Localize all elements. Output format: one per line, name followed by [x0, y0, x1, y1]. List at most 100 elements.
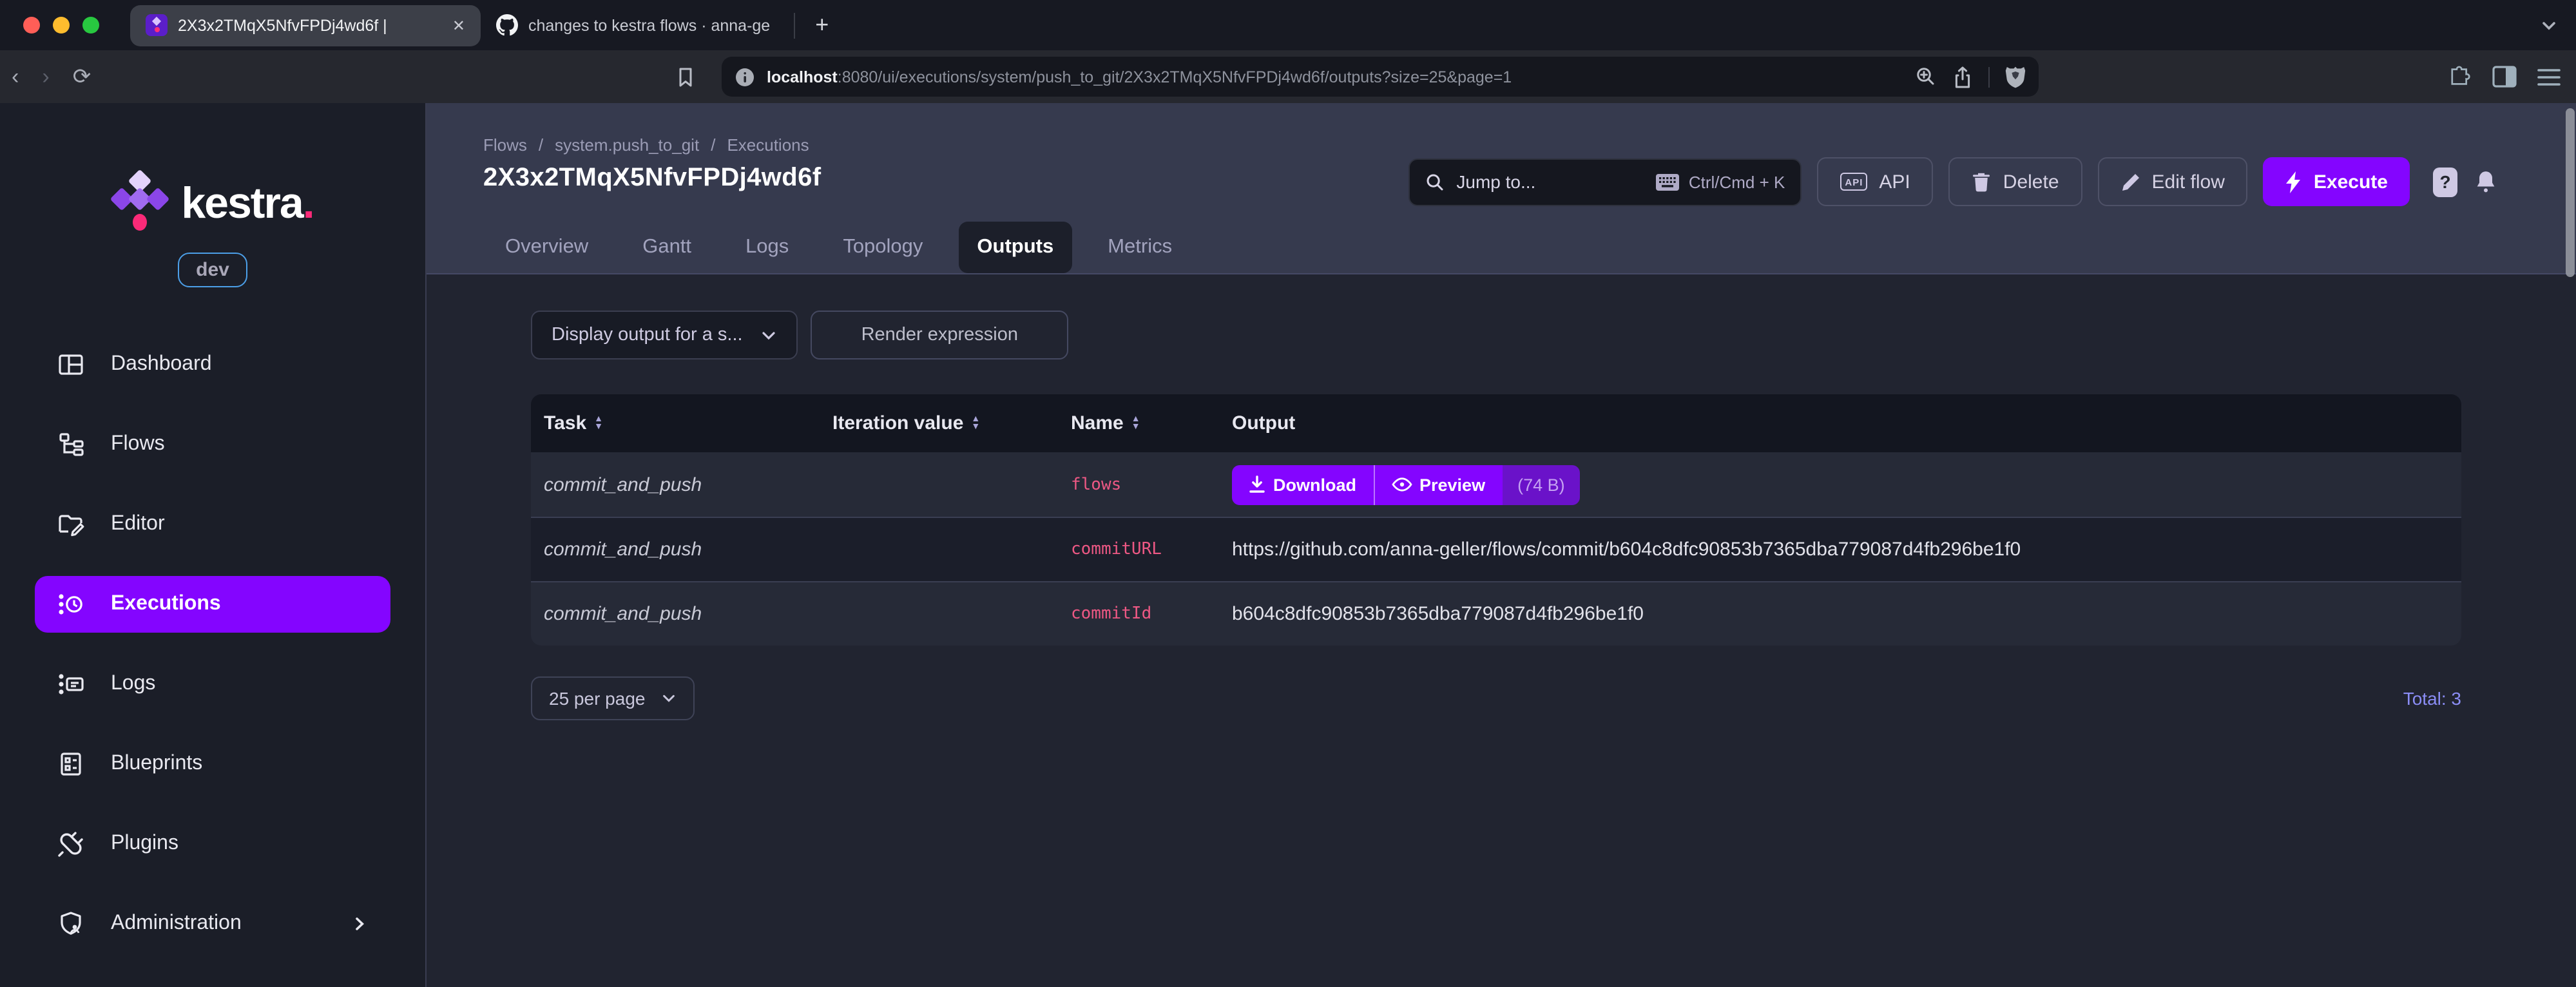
browser-tab-title: changes to kestra flows · anna-ge [528, 16, 771, 34]
sort-icon[interactable]: ▲ ▼ [594, 414, 603, 431]
sidebar-item-label: Dashboard [111, 353, 212, 375]
column-header-output: Output [1232, 412, 1296, 434]
dashboard-icon [57, 350, 85, 379]
tab-divider [793, 12, 795, 38]
download-button[interactable]: Download [1232, 465, 1373, 504]
trash-icon [1972, 171, 1992, 192]
sidebar-item-blueprints[interactable]: Blueprints [35, 736, 390, 792]
preview-button[interactable]: Preview [1373, 465, 1503, 504]
column-header-task[interactable]: Task ▲ ▼ [544, 412, 832, 434]
name-cell: commitURL [1071, 540, 1162, 559]
site-info-icon[interactable] [735, 66, 755, 87]
search-icon [1425, 172, 1445, 191]
table-row: commit_and_push commitId b604c8dfc90853b… [531, 581, 2461, 646]
sidebar-item-executions[interactable]: Executions [35, 576, 390, 633]
reload-button[interactable]: ⟳ [61, 64, 103, 90]
tab-topology[interactable]: Topology [825, 222, 941, 273]
kestra-favicon-icon [146, 14, 168, 36]
file-output-actions: Download Preview (74 B) [1232, 465, 1581, 504]
divider [1988, 66, 1990, 87]
browser-tab-strip: 2X3x2TMqX5NfvFPDj4wd6f | ✕ changes to ke… [0, 0, 2576, 50]
header-actions: Jump to... Ctrl/Cmd + K API API Delete E… [1408, 157, 2499, 206]
url-bar[interactable]: localhost:8080/ui/executions/system/push… [722, 57, 2039, 97]
sidebar-item-plugins[interactable]: Plugins [35, 816, 390, 872]
file-size-badge: (74 B) [1502, 465, 1581, 504]
sidebar-item-editor[interactable]: Editor [35, 496, 390, 553]
sidebar-item-label: Administration [111, 912, 242, 934]
brave-shield-icon[interactable] [2005, 65, 2026, 88]
jump-to-search[interactable]: Jump to... Ctrl/Cmd + K [1408, 158, 1802, 206]
sort-icon[interactable]: ▲ ▼ [1131, 414, 1140, 431]
window-controls[interactable] [23, 17, 99, 34]
minimize-window-button[interactable] [53, 17, 70, 34]
api-button[interactable]: API API [1817, 157, 1934, 206]
table-header: Task ▲ ▼ Iteration value ▲ ▼ Name ▲ ▼ Out [531, 394, 2461, 452]
table-row: commit_and_push flows Download Preview (… [531, 452, 2461, 517]
tab-overview[interactable]: Overview [487, 222, 606, 273]
kestra-logo[interactable]: kestra. [109, 169, 315, 242]
forward-button[interactable]: › [30, 64, 61, 90]
outputs-table: Task ▲ ▼ Iteration value ▲ ▼ Name ▲ ▼ Out [531, 394, 2461, 646]
breadcrumb-item-flow-id[interactable]: system.push_to_git [555, 135, 699, 155]
tab-outputs[interactable]: Outputs [959, 222, 1072, 273]
zoom-window-button[interactable] [82, 17, 99, 34]
sidebar-item-logs[interactable]: Logs [35, 656, 390, 713]
edit-flow-button[interactable]: Edit flow [2097, 157, 2248, 206]
sidebar-item-label: Plugins [111, 832, 178, 854]
breadcrumb-item-flows[interactable]: Flows [483, 135, 527, 155]
plugins-icon [57, 830, 85, 858]
new-tab-button[interactable]: + [802, 12, 841, 39]
render-expression-button[interactable]: Render expression [811, 311, 1069, 359]
delete-button[interactable]: Delete [1948, 157, 2082, 206]
search-placeholder: Jump to... [1456, 171, 1536, 192]
share-icon[interactable] [1952, 65, 1973, 88]
notifications-bell-icon[interactable] [2473, 168, 2499, 196]
sidebar-item-label: Flows [111, 433, 165, 455]
output-task-select[interactable]: Display output for a s... [531, 311, 798, 359]
sort-icon[interactable]: ▲ ▼ [971, 414, 980, 431]
sidebar-item-dashboard[interactable]: Dashboard [35, 336, 390, 393]
screen: 2X3x2TMqX5NfvFPDj4wd6f | ✕ changes to ke… [0, 0, 2576, 987]
sidebar-item-flows[interactable]: Flows [35, 416, 390, 473]
sidebar-item-label: Blueprints [111, 752, 203, 774]
sidebar-item-label: Logs [111, 673, 156, 695]
tab-search-chevron-icon[interactable] [2540, 16, 2558, 34]
bookmark-icon[interactable] [675, 65, 696, 88]
output-value: https://github.com/anna-geller/flows/com… [1232, 539, 2021, 561]
help-button[interactable]: ? [2433, 167, 2457, 196]
close-tab-icon[interactable]: ✕ [452, 16, 465, 34]
tab-metrics[interactable]: Metrics [1090, 222, 1190, 273]
per-page-select[interactable]: 25 per page [531, 676, 695, 720]
chevron-down-icon [761, 327, 778, 343]
download-icon [1249, 475, 1265, 494]
logs-icon [57, 670, 85, 698]
administration-icon [57, 910, 85, 938]
outputs-content: Display output for a s... Render express… [427, 274, 2576, 987]
browser-tab-kestra[interactable]: 2X3x2TMqX5NfvFPDj4wd6f | ✕ [130, 5, 481, 46]
tab-logs[interactable]: Logs [727, 222, 807, 273]
menu-icon[interactable] [2537, 68, 2561, 86]
back-button[interactable]: ‹ [0, 64, 30, 90]
tab-gantt[interactable]: Gantt [624, 222, 709, 273]
zoom-page-icon[interactable] [1915, 66, 1937, 88]
column-header-name[interactable]: Name ▲ ▼ [1071, 412, 1232, 434]
extensions-icon[interactable] [2447, 64, 2472, 89]
keyboard-icon [1656, 173, 1680, 190]
breadcrumb-separator: / [711, 135, 716, 155]
kestra-logo-icon [109, 169, 169, 242]
sidebar-panel-icon[interactable] [2492, 66, 2517, 88]
eye-icon [1391, 477, 1412, 492]
breadcrumb-item-executions[interactable]: Executions [727, 135, 809, 155]
sidebar-nav: Dashboard Flows Editor Executions Logs B… [0, 336, 425, 952]
output-value: b604c8dfc90853b7365dba779087d4fb296be1f0 [1232, 603, 1644, 625]
browser-tab-github[interactable]: changes to kestra flows · anna-ge [481, 5, 785, 46]
page-scrollbar[interactable] [2566, 108, 2575, 277]
sidebar: kestra. dev Dashboard Flows Editor Execu… [0, 103, 427, 987]
pagination: 25 per page Total: 3 [531, 676, 2461, 720]
column-header-iteration-value[interactable]: Iteration value ▲ ▼ [832, 412, 1071, 434]
execute-button[interactable]: Execute [2263, 157, 2410, 206]
chevron-down-icon [660, 691, 676, 706]
close-window-button[interactable] [23, 17, 40, 34]
sidebar-item-administration[interactable]: Administration [35, 896, 390, 952]
kestra-logo-text: kestra. [181, 179, 314, 228]
